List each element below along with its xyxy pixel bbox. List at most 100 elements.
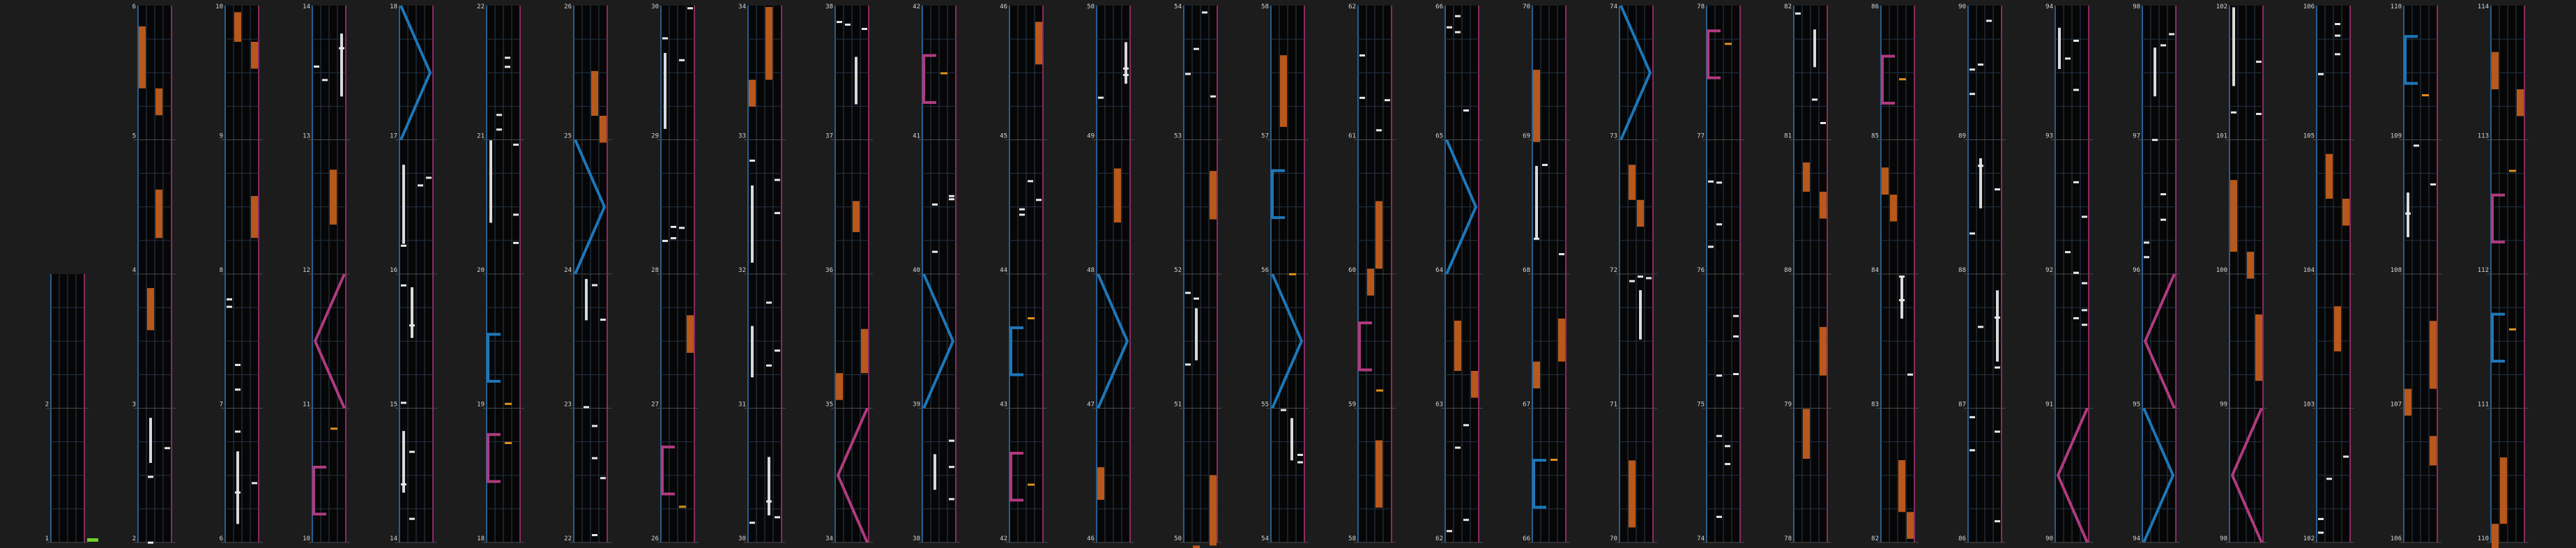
measure-number: 106 — [2391, 535, 2402, 542]
measure-number: 93 — [2045, 133, 2053, 140]
measure-number: 73 — [1610, 133, 1617, 140]
measure-number: 6 — [132, 3, 136, 10]
measure-number: 25 — [564, 133, 572, 140]
tap-note — [1455, 31, 1461, 33]
tap-note — [932, 250, 938, 253]
tap-note — [409, 450, 415, 453]
tap-note — [2318, 531, 2324, 534]
tap-note — [1463, 519, 1469, 522]
tap-note — [1542, 164, 1548, 167]
hold-block — [2430, 321, 2437, 389]
measure-number: 28 — [651, 267, 659, 274]
hold-block — [1637, 199, 1644, 227]
measure-number: 22 — [477, 3, 485, 10]
hold-block — [1882, 167, 1889, 195]
measure-number: 55 — [1261, 402, 1269, 409]
fx-chip — [679, 505, 686, 508]
tap-note — [1969, 68, 1975, 71]
measure-number: 2 — [132, 535, 136, 542]
measure-number: 18 — [390, 3, 397, 10]
tap-note — [1019, 208, 1025, 211]
tap-note — [2073, 317, 2079, 319]
measure-number: 44 — [1000, 267, 1007, 274]
measure-number: 78 — [1697, 3, 1705, 10]
measure-number: 98 — [2133, 3, 2140, 10]
measure-number: 101 — [2216, 133, 2227, 140]
tap-note — [148, 541, 153, 544]
measure-number: 34 — [738, 3, 746, 10]
measure-number: 99 — [2220, 402, 2227, 409]
tap-note — [2335, 53, 2340, 56]
measure-number: 63 — [1435, 402, 1443, 409]
measure-number: 82 — [1784, 3, 1792, 10]
tap-note — [1795, 12, 1801, 15]
measure-number: 107 — [2391, 402, 2402, 409]
measure-number: 58 — [1348, 535, 1356, 542]
measure-number: 109 — [2391, 133, 2402, 140]
hold-block — [1367, 268, 1374, 296]
tap-note — [749, 522, 755, 524]
hold-block — [2334, 306, 2341, 352]
tap-note — [749, 159, 755, 162]
tap-note — [314, 66, 319, 68]
measure-number: 54 — [1174, 3, 1182, 10]
fx-chip — [940, 72, 947, 75]
measure-number: 100 — [2216, 267, 2227, 274]
tap-note — [1733, 314, 1739, 317]
measure-number: 71 — [1610, 402, 1617, 409]
measure-number: 52 — [1174, 267, 1182, 274]
tap-note — [1708, 180, 1714, 183]
tap-note — [505, 56, 510, 59]
measure-number: 94 — [2045, 3, 2053, 10]
hold-block — [1558, 318, 1565, 362]
measure-number: 86 — [1958, 535, 1966, 542]
tap-note — [148, 475, 153, 478]
tap-note — [2326, 478, 2332, 480]
tap-note — [1646, 277, 1652, 280]
long-note — [751, 326, 754, 378]
measure-number: 10 — [303, 535, 310, 542]
tap-note — [1899, 275, 1905, 278]
tap-note — [496, 114, 502, 116]
tap-note — [1185, 73, 1191, 75]
fx-chip — [2509, 169, 2516, 172]
tap-note — [1716, 223, 1722, 226]
tap-note — [1359, 54, 1365, 57]
measure-number: 8 — [220, 267, 223, 274]
fx-chip — [1289, 273, 1296, 275]
tap-note — [2082, 324, 2087, 326]
tap-note — [1559, 253, 1564, 256]
tap-note — [418, 184, 423, 187]
long-note — [2154, 47, 2156, 97]
measure-number: 108 — [2391, 267, 2402, 274]
tap-note — [252, 482, 257, 485]
measure-number: 40 — [913, 267, 920, 274]
tap-note — [2343, 455, 2349, 458]
long-note — [1125, 42, 1127, 84]
long-note — [1290, 418, 1293, 461]
hold-block — [1629, 460, 1636, 528]
measure-number: 53 — [1174, 133, 1182, 140]
tap-note — [1629, 280, 1635, 282]
hold-block — [251, 196, 258, 238]
measure-number: 96 — [2133, 267, 2140, 274]
measure-number: 85 — [1871, 133, 1879, 140]
fx-chip — [1899, 78, 1906, 81]
tap-note — [1969, 416, 1975, 418]
measure-number: 27 — [651, 402, 659, 409]
long-note — [768, 457, 770, 516]
hold-block — [861, 328, 868, 374]
measure-number: 80 — [1784, 267, 1792, 274]
measure-number: 68 — [1523, 267, 1530, 274]
tap-note — [1455, 15, 1461, 17]
hold-block — [1375, 440, 1382, 508]
tap-note — [409, 324, 415, 327]
fx-chip — [1550, 458, 1557, 461]
measure-number: 21 — [477, 133, 485, 140]
measure-number: 92 — [2045, 267, 2053, 274]
long-note — [1813, 29, 1816, 68]
tap-note — [227, 305, 232, 308]
measure-number: 67 — [1523, 402, 1530, 409]
measure-number: 66 — [1523, 535, 1530, 542]
measure-number: 12 — [303, 267, 310, 274]
